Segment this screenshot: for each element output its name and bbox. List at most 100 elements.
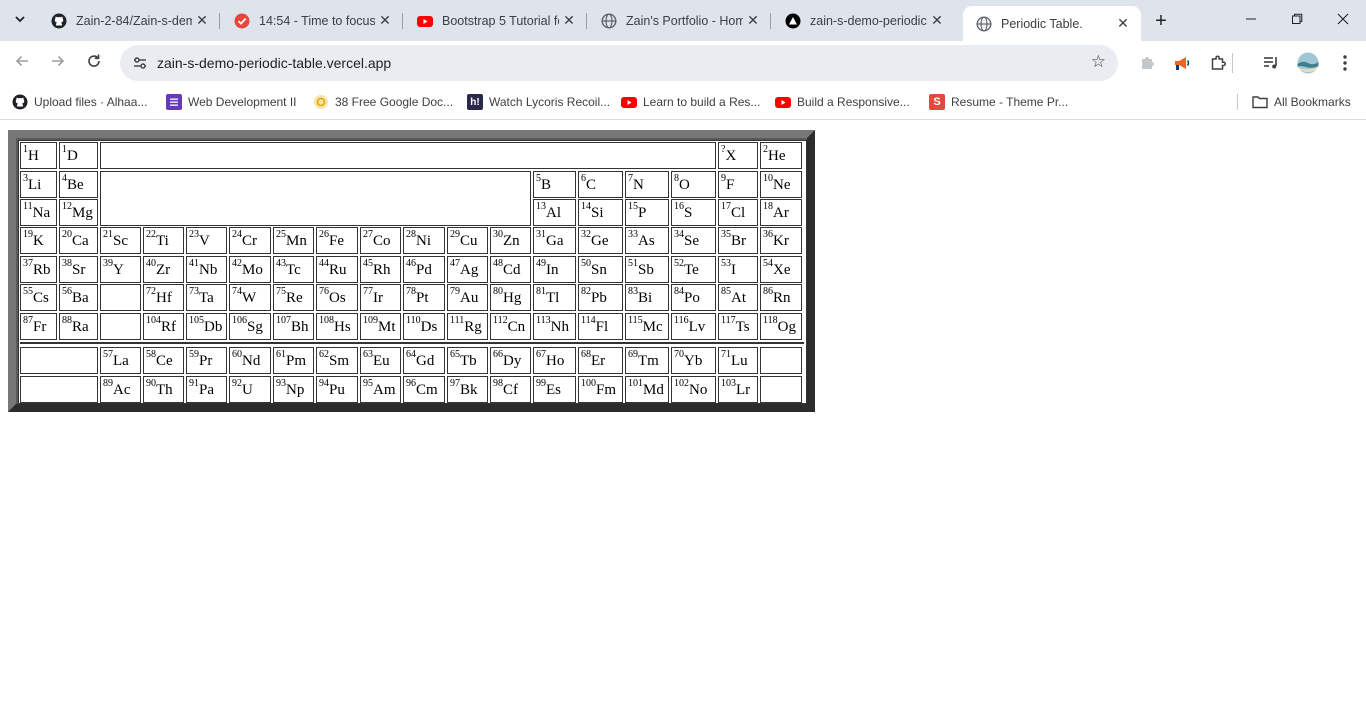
atomic-number: 61 [276, 349, 286, 360]
bookmark-label: 38 Free Google Doc... [335, 95, 454, 109]
all-bookmarks-button[interactable]: All Bookmarks [1252, 93, 1351, 111]
element-symbol: Am [373, 382, 396, 398]
tab-youtube-bootstrap[interactable]: Bootstrap 5 Tutorial for ✕ [404, 6, 587, 35]
tab-title: Zain-2-84/Zain-s-demo [76, 13, 192, 28]
bookmark-web-development[interactable]: Web Development II [166, 93, 297, 111]
extension-puzzle-grey-icon[interactable] [1136, 52, 1158, 74]
bookmark-upload-files[interactable]: Upload files · Alhaa... [12, 93, 147, 111]
element-cell-bh: 107Bh [273, 313, 314, 340]
close-icon[interactable]: ✕ [375, 12, 395, 29]
close-icon[interactable]: ✕ [927, 12, 947, 29]
element-cell-md: 101Md [625, 376, 669, 403]
atomic-number: 27 [363, 229, 373, 240]
element-cell-bk: 97Bk [447, 376, 488, 403]
element-symbol: Pu [329, 382, 345, 398]
restore-icon [1291, 12, 1303, 28]
close-icon[interactable]: ✕ [192, 12, 212, 29]
url-text[interactable]: zain-s-demo-periodic-table.vercel.app [157, 55, 391, 71]
element-cell-f: 9F [718, 171, 758, 198]
element-cell-pb: 82Pb [578, 284, 623, 311]
element-cell-rh: 45Rh [360, 256, 401, 283]
element-cell-at: 85At [718, 284, 758, 311]
empty-cell [760, 376, 802, 403]
element-cell-zr: 40Zr [143, 256, 184, 283]
atomic-number: 55 [23, 286, 33, 297]
atomic-number: 105 [189, 315, 204, 326]
element-symbol: Lv [688, 319, 706, 335]
element-symbol: At [731, 290, 746, 306]
element-cell-sb: 51Sb [625, 256, 669, 283]
extensions-puzzle-icon[interactable] [1207, 52, 1229, 74]
site-info-icon[interactable] [128, 51, 152, 75]
atomic-number: 80 [493, 286, 503, 297]
tab-search-button[interactable] [6, 6, 34, 34]
h-logo-icon: h! [467, 94, 483, 110]
element-symbol: Xe [773, 262, 791, 278]
element-symbol: Ac [113, 382, 131, 398]
youtube-icon [417, 13, 433, 29]
atomic-number: 116 [674, 315, 689, 326]
tab-focus-timer[interactable]: 14:54 - Time to focus! ✕ [221, 6, 403, 35]
element-cell-ce: 58Ce [143, 347, 184, 374]
atomic-number: 94 [319, 378, 329, 389]
menu-kebab-icon[interactable] [1334, 52, 1356, 74]
empty-cell [100, 284, 141, 311]
element-symbol: W [242, 290, 257, 306]
bookmark-star-icon[interactable]: ☆ [1091, 52, 1106, 72]
atomic-number: 15 [628, 201, 638, 212]
element-symbol: Ni [416, 233, 431, 249]
atomic-number: 115 [628, 315, 643, 326]
close-icon[interactable]: ✕ [1113, 15, 1133, 32]
bookmark-build-responsive[interactable]: Build a Responsive... [775, 93, 910, 111]
element-cell-eu: 63Eu [360, 347, 401, 374]
atomic-number: 35 [721, 229, 731, 240]
forms-icon [166, 94, 182, 110]
series-label-blank [20, 376, 98, 403]
address-bar[interactable]: zain-s-demo-periodic-table.vercel.app ☆ [120, 45, 1118, 81]
atomic-number: 84 [674, 286, 684, 297]
atomic-number: 90 [146, 378, 156, 389]
close-icon[interactable]: ✕ [559, 12, 579, 29]
tab-portfolio[interactable]: Zain's Portfolio - Home ✕ [588, 6, 771, 35]
new-tab-button[interactable]: + [1147, 7, 1175, 35]
tab-vercel-project[interactable]: zain-s-demo-periodic-table ✕ [772, 6, 955, 35]
bookmark-resume-theme[interactable]: S Resume - Theme Pr... [929, 93, 1068, 111]
media-controls-icon[interactable] [1260, 52, 1282, 74]
element-symbol: Sn [591, 262, 607, 278]
atomic-number: 85 [721, 286, 731, 297]
tab-periodic-table[interactable]: Periodic Table. ✕ [963, 6, 1141, 41]
restore-button[interactable] [1274, 0, 1320, 40]
atomic-number: 19 [23, 229, 33, 240]
element-symbol: Tm [638, 353, 659, 369]
element-cell-am: 95Am [360, 376, 401, 403]
megaphone-extension-icon[interactable] [1171, 52, 1193, 74]
element-symbol: Os [329, 290, 346, 306]
element-symbol: K [33, 233, 44, 249]
element-cell-tc: 43Tc [273, 256, 314, 283]
element-cell-es: 99Es [533, 376, 576, 403]
close-window-button[interactable] [1320, 0, 1366, 40]
element-symbol: Br [731, 233, 746, 249]
atomic-number: 25 [276, 229, 286, 240]
element-symbol: Ru [329, 262, 347, 278]
element-cell-ts: 117Ts [718, 313, 758, 340]
forward-button[interactable] [44, 49, 72, 77]
element-cell-in: 49In [533, 256, 576, 283]
bookmark-lycoris-recoil[interactable]: h! Watch Lycoris Recoil... [467, 93, 610, 111]
bookmark-google-docs[interactable]: 38 Free Google Doc... [313, 93, 453, 111]
profile-avatar[interactable] [1296, 51, 1320, 75]
reload-button[interactable] [80, 49, 108, 77]
element-symbol: In [546, 262, 559, 278]
element-symbol: Sr [72, 262, 86, 278]
atomic-number: 67 [536, 349, 546, 360]
series-separator [20, 342, 804, 344]
minimize-button[interactable] [1228, 0, 1274, 40]
back-button[interactable] [8, 49, 36, 77]
tab-github-repo[interactable]: Zain-2-84/Zain-s-demo ✕ [38, 6, 220, 35]
page-content: 1H 1D ?X 2He 3Li 4Be 5B 6C 7N 8O 9F 10Ne 11Na 12Mg 13A… [0, 120, 1366, 728]
bookmark-learn-to-build[interactable]: Learn to build a Res... [621, 93, 760, 111]
atomic-number: 22 [146, 229, 156, 240]
element-cell-ds: 110Ds [403, 313, 445, 340]
element-symbol: Hf [156, 290, 172, 306]
close-icon[interactable]: ✕ [743, 12, 763, 29]
